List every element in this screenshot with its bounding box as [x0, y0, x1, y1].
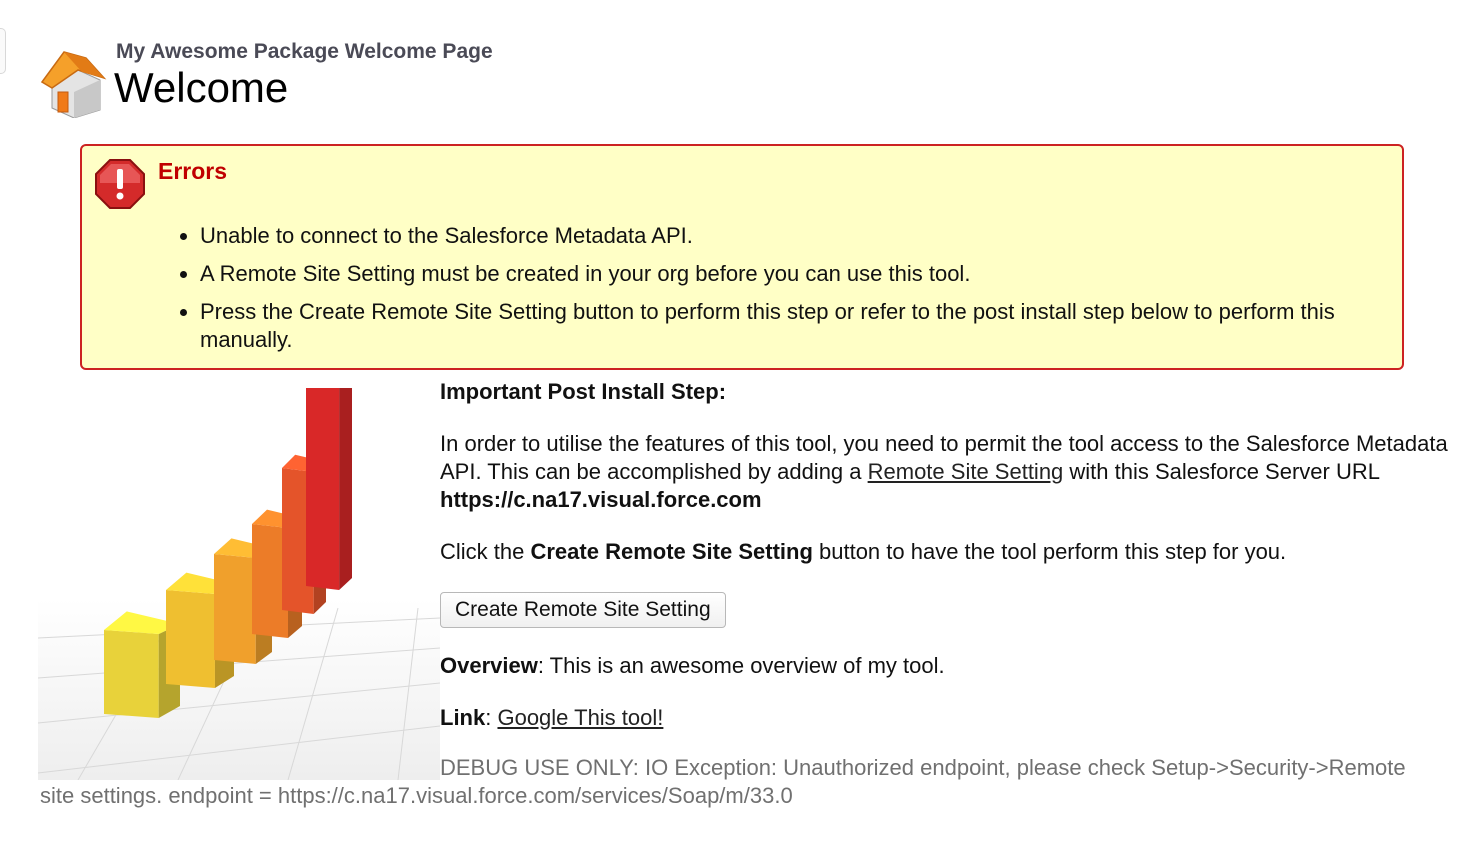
error-list: Unable to connect to the Salesforce Meta… — [166, 222, 1362, 364]
errors-heading: Errors — [158, 158, 228, 184]
side-tab — [0, 28, 6, 74]
create-remote-site-setting-button[interactable]: Create Remote Site Setting — [440, 592, 726, 628]
overview-label: Overview — [440, 653, 538, 678]
error-message-box: Errors Unable to connect to the Salesfor… — [80, 144, 1404, 370]
home-icon — [40, 51, 107, 118]
instruction-text: Click the Create Remote Site Setting but… — [440, 538, 1450, 566]
post-install-description: In order to utilise the features of this… — [440, 430, 1450, 514]
page-subtitle: My Awesome Package Welcome Page — [116, 40, 493, 63]
link-row: Link: Google This tool! — [440, 704, 1450, 732]
error-item: A Remote Site Setting must be created in… — [200, 260, 1362, 288]
description-text: with this Salesforce Server URL — [1063, 459, 1380, 484]
overview: Overview: This is an awesome overview of… — [440, 652, 1450, 680]
error-item: Unable to connect to the Salesforce Meta… — [200, 222, 1362, 250]
debug-message: DEBUG USE ONLY: IO Exception: Unauthoriz… — [40, 755, 1406, 808]
main-content: Important Post Install Step: In order to… — [440, 378, 1450, 756]
instruction-button-name: Create Remote Site Setting — [530, 539, 813, 564]
error-icon — [95, 159, 145, 209]
instruction-text-part: button to have the tool perform this ste… — [812, 539, 1287, 564]
overview-text: : This is an awesome overview of my tool… — [537, 653, 945, 678]
google-this-tool-link[interactable]: Google This tool! — [497, 705, 663, 730]
illustration-bar — [306, 388, 352, 590]
server-url: https://c.na17.visual.force.com — [440, 487, 762, 512]
instruction-text-part: Click the — [440, 539, 531, 564]
link-separator: : — [485, 705, 498, 730]
page-title: Welcome — [114, 64, 289, 111]
link-label: Link — [440, 705, 486, 730]
remote-site-setting-link[interactable]: Remote Site Setting — [868, 459, 1064, 484]
post-install-heading: Important Post Install Step: — [440, 379, 727, 404]
error-item: Press the Create Remote Site Setting but… — [200, 298, 1362, 354]
bar-chart-illustration — [38, 388, 440, 780]
